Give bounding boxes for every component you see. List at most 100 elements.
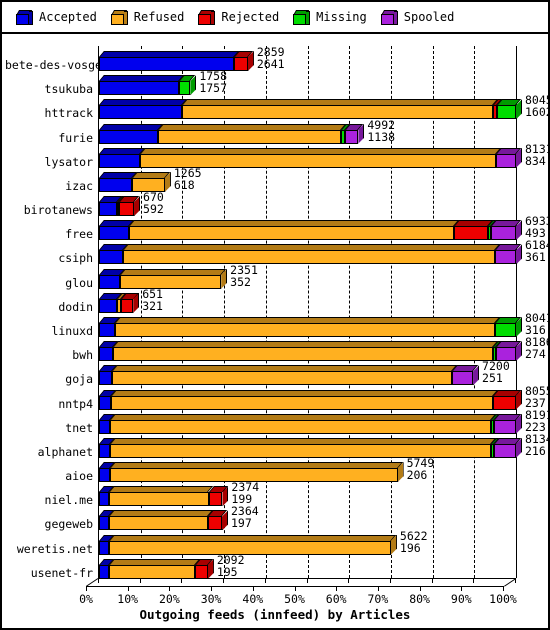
bar-value-secondary: 1138 <box>367 129 396 144</box>
bar-segment-spooled <box>494 443 516 458</box>
y-axis-label-aioe: aioe <box>65 469 93 484</box>
bar-segment-spooled <box>452 371 474 386</box>
bar-segment-accepted <box>99 323 116 337</box>
chart-row: 2374 199 <box>99 481 516 508</box>
bar-value-labels: 5622 196 <box>400 530 428 555</box>
bar-segment-accepted <box>99 347 113 362</box>
y-axis-label-furie: furie <box>58 130 93 145</box>
y-axis-label-linuxd: linuxd <box>51 324 93 338</box>
bar-segment-rejected <box>195 564 208 579</box>
bar-value-labels: 4992 1138 <box>367 119 396 144</box>
bar-value-labels: 7200 251 <box>482 361 510 385</box>
x-axis-tick <box>181 578 183 583</box>
x-axis-tick <box>348 578 350 583</box>
bar-value-secondary: 834 <box>525 153 546 168</box>
bar-segment-spooled <box>495 250 516 265</box>
chart-row: 4992 1138 <box>99 119 516 146</box>
x-axis-tick-label: 80% <box>409 592 430 606</box>
bar-segment-rejected <box>120 298 134 313</box>
x-axis-tick-front <box>377 586 379 591</box>
legend-item-spooled: Spooled <box>367 2 454 32</box>
chart-row: 1758 1757 <box>99 70 516 97</box>
bar-segment-accepted <box>99 129 159 144</box>
bar-segment-spooled <box>490 226 516 241</box>
legend-label: Rejected <box>221 10 280 24</box>
bar-segment-refused <box>158 129 342 144</box>
bar-segment-accepted <box>99 250 124 265</box>
bar-value-secondary: 352 <box>230 274 251 289</box>
bar-segment-rejected <box>493 395 516 410</box>
legend-item-accepted: Accepted <box>2 2 97 32</box>
bar-value-secondary: 274 <box>525 347 546 362</box>
bar-value-labels: 8191 223 <box>525 409 550 434</box>
bar-segment-refused <box>109 540 391 555</box>
chart-container: Accepted Refused Rejected Missing Spooled be… <box>0 0 550 630</box>
bar-value-secondary: 592 <box>143 202 164 217</box>
bar-segment-refused <box>112 347 494 362</box>
chart-row: 8055 237 <box>99 385 550 412</box>
chart-row: 6184 361 <box>99 239 550 266</box>
bar-value-labels: 651 321 <box>142 288 163 313</box>
x-axis-tick-front <box>252 586 254 591</box>
bar-value-labels: 8055 237 <box>525 385 550 410</box>
x-axis-tick-front <box>419 586 421 591</box>
cube-icon <box>110 9 128 25</box>
chart-row: 8131 834 <box>99 143 550 170</box>
cube-icon <box>198 9 216 25</box>
y-axis-label-bwh: bwh <box>72 348 93 363</box>
bar-value-labels: 6933 493 <box>525 216 550 240</box>
chart-legend: Accepted Refused Rejected Missing Spooled <box>2 2 548 34</box>
x-axis-tick-front <box>336 586 338 591</box>
y-axis-label-nntp4: nntp4 <box>58 396 93 411</box>
bar-value-secondary: 1602 <box>525 105 550 120</box>
bar-segment-accepted <box>99 105 182 120</box>
bar-value-labels: 8134 216 <box>525 433 550 458</box>
y-axis-label-tsukuba: tsukuba <box>44 82 93 97</box>
y-axis-label-gegeweb: gegeweb <box>44 517 93 532</box>
chart-row: 7200 251 <box>99 360 516 387</box>
x-axis-tick <box>389 578 391 583</box>
bar-segment-refused <box>181 105 494 120</box>
x-axis-tick-front <box>211 586 213 591</box>
x-axis-tick-front <box>127 586 129 591</box>
bar-value-labels: 6184 361 <box>525 240 550 264</box>
y-axis-label-free: free <box>65 227 93 242</box>
y-axis-label-dodin: dodin <box>58 299 93 314</box>
chart-row: 8045 1602 <box>99 94 550 121</box>
bar-segment-refused <box>123 250 496 265</box>
bar-segment-accepted <box>99 419 111 434</box>
bar-value-labels: 8131 834 <box>525 143 550 168</box>
bar-segment-refused <box>109 516 209 531</box>
x-axis-tick-front <box>169 586 171 591</box>
bar-value-secondary: 216 <box>525 443 546 458</box>
x-axis-tick-label: 100% <box>489 592 517 606</box>
bar-segment-rejected <box>208 492 223 507</box>
bar-segment-accepted <box>99 226 129 241</box>
bar-value-labels: 8045 1602 <box>525 95 550 119</box>
y-axis-label-bete-des-vosges: bete-des-vosges <box>5 58 109 72</box>
bar-segment-accepted <box>99 81 180 96</box>
bar-value-labels: 2374 199 <box>231 482 259 506</box>
bar-segment-accepted <box>99 540 109 555</box>
bar-segment-spooled <box>345 129 359 144</box>
bar-segment-accepted <box>99 153 140 168</box>
x-axis-tick <box>139 578 141 583</box>
legend-label: Missing <box>316 10 367 24</box>
bar-segment-rejected <box>208 516 222 531</box>
legend-item-missing: Missing <box>279 2 367 32</box>
x-axis-tick <box>431 578 433 583</box>
x-axis-tick-front <box>461 586 463 591</box>
bar-segment-accepted <box>99 516 110 531</box>
legend-label: Accepted <box>39 10 97 24</box>
bar-segment-missing <box>495 323 516 337</box>
x-axis-tick-front <box>294 586 296 591</box>
bar-value-labels: 2351 352 <box>230 264 258 289</box>
bar-segment-accepted <box>99 177 132 192</box>
legend-item-refused: Refused <box>97 2 184 32</box>
bar-value-secondary: 361 <box>525 250 546 265</box>
chart-row: 2364 197 <box>99 505 516 532</box>
bar-segment-refused <box>109 492 209 507</box>
x-axis-tick-label: 0% <box>79 592 93 606</box>
x-axis-tick <box>306 578 308 583</box>
bar-segment-refused <box>110 419 492 434</box>
